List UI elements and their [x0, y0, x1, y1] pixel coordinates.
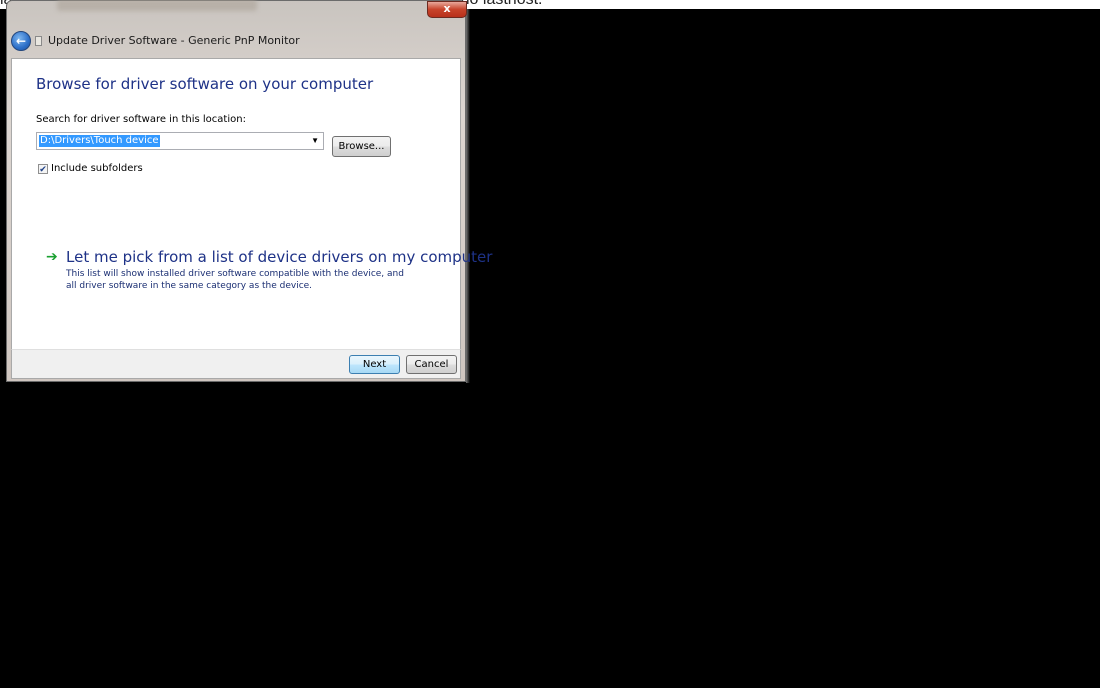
monitor-icon: [35, 36, 42, 46]
close-button[interactable]: x: [427, 1, 467, 18]
pick-from-list-link[interactable]: Let me pick from a list of device driver…: [66, 248, 492, 266]
green-arrow-icon[interactable]: ➔: [46, 249, 58, 265]
path-input-value[interactable]: D:\Drivers\Touch device: [39, 135, 160, 147]
checkmark-icon: ✔: [39, 164, 47, 174]
cancel-button[interactable]: Cancel: [406, 355, 457, 374]
update-driver-window: x ← Update Driver Software - Generic PnP…: [6, 0, 492, 382]
search-location-label: Search for driver software in this locat…: [36, 114, 246, 125]
titlebar-glass: [57, 0, 257, 11]
include-subfolders-checkbox[interactable]: ✔: [38, 164, 48, 174]
browse-button[interactable]: Browse...: [332, 136, 391, 157]
window-title: Update Driver Software - Generic PnP Mon…: [48, 34, 300, 47]
window-shadow: [466, 9, 470, 383]
content-panel: Browse for driver software on your compu…: [11, 58, 492, 350]
close-icon: x: [443, 2, 451, 15]
include-subfolders-label[interactable]: Include subfolders: [51, 163, 143, 174]
pick-from-list-description: This list will show installed driver sof…: [66, 269, 404, 291]
path-combobox[interactable]: D:\Drivers\Touch device ▼: [36, 132, 324, 150]
next-button[interactable]: Next: [349, 355, 400, 374]
page-title: Browse for driver software on your compu…: [36, 75, 374, 93]
chevron-down-icon[interactable]: ▼: [311, 135, 319, 147]
dialog-footer: Next Cancel: [11, 349, 461, 379]
back-button[interactable]: ←: [11, 31, 31, 51]
back-arrow-icon: ←: [15, 34, 27, 48]
